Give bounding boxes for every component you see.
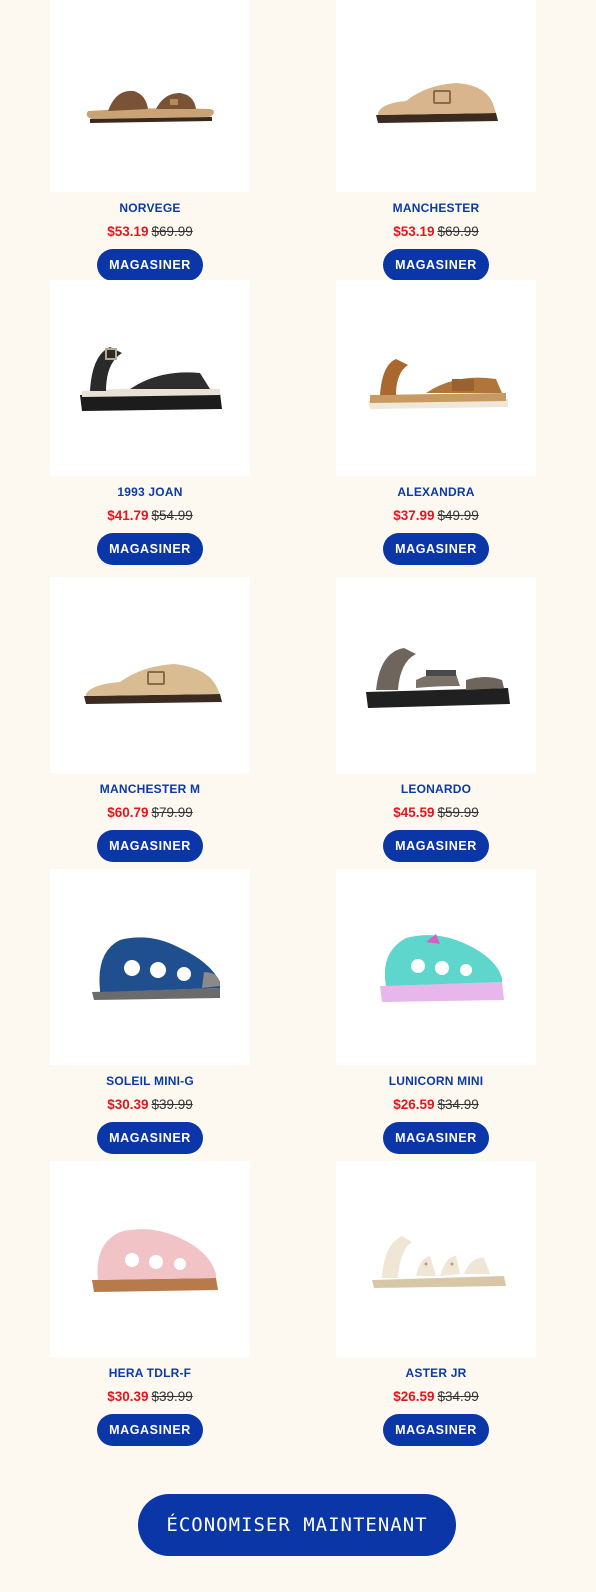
product-card[interactable]: NORVEGE $53.19 $69.99 MAGASINER	[50, 0, 250, 281]
original-price: $69.99	[437, 224, 479, 239]
product-prices: $53.19 $69.99	[50, 223, 250, 241]
shop-button[interactable]: MAGASINER	[383, 830, 489, 862]
shop-button[interactable]: MAGASINER	[97, 830, 203, 862]
sale-price: $30.39	[107, 1097, 149, 1112]
original-price: $69.99	[151, 224, 193, 239]
product-image[interactable]	[336, 1161, 536, 1357]
product-card[interactable]: HERA TDLR-F $30.39 $39.99 MAGASINER	[50, 1161, 250, 1446]
product-image[interactable]	[50, 577, 250, 773]
product-card[interactable]: LUNICORN MINI $26.59 $34.99 MAGASINER	[336, 869, 536, 1154]
product-name[interactable]: LEONARDO	[336, 781, 536, 797]
brown-two-strap-sandal-icon	[86, 90, 214, 123]
product-prices: $45.59 $59.99	[336, 804, 536, 822]
shop-button[interactable]: MAGASINER	[97, 1414, 203, 1446]
original-price: $59.99	[437, 805, 479, 820]
original-price: $39.99	[151, 1097, 193, 1112]
product-image[interactable]	[336, 577, 536, 773]
original-price: $34.99	[437, 1097, 479, 1112]
product-prices: $26.59 $34.99	[336, 1388, 536, 1406]
shop-button[interactable]: MAGASINER	[97, 533, 203, 565]
sale-price: $26.59	[393, 1097, 435, 1112]
product-prices: $30.39 $39.99	[50, 1096, 250, 1114]
sale-price: $45.59	[393, 805, 435, 820]
sale-price: $26.59	[393, 1389, 435, 1404]
black-platform-sandal-icon	[80, 347, 222, 411]
sale-price: $37.99	[393, 508, 435, 523]
product-name[interactable]: SOLEIL MINI-G	[50, 1073, 250, 1089]
original-price: $34.99	[437, 1389, 479, 1404]
teal-light-up-sandal-icon	[380, 934, 504, 1002]
original-price: $49.99	[437, 508, 479, 523]
product-name[interactable]: ALEXANDRA	[336, 484, 536, 500]
shop-button[interactable]: MAGASINER	[97, 249, 203, 281]
product-name[interactable]: 1993 JOAN	[50, 484, 250, 500]
product-prices: $26.59 $34.99	[336, 1096, 536, 1114]
product-card[interactable]: LEONARDO $45.59 $59.99 MAGASINER	[336, 577, 536, 862]
product-prices: $37.99 $49.99	[336, 507, 536, 525]
tan-clog-icon	[84, 664, 222, 704]
product-prices: $41.79 $54.99	[50, 507, 250, 525]
sale-price: $53.19	[107, 224, 149, 239]
original-price: $79.99	[151, 805, 193, 820]
product-card[interactable]: SOLEIL MINI-G $30.39 $39.99 MAGASINER	[50, 869, 250, 1154]
product-name[interactable]: ASTER JR	[336, 1365, 536, 1381]
tan-clog-icon	[376, 83, 498, 123]
product-card[interactable]: MANCHESTER M $60.79 $79.99 MAGASINER	[50, 577, 250, 862]
product-name[interactable]: HERA TDLR-F	[50, 1365, 250, 1381]
original-price: $54.99	[151, 508, 193, 523]
tan-velcro-sandal-icon	[368, 359, 508, 409]
product-card[interactable]: MANCHESTER $53.19 $69.99 MAGASINER	[336, 0, 536, 281]
product-name[interactable]: MANCHESTER	[336, 200, 536, 216]
product-name[interactable]: MANCHESTER M	[50, 781, 250, 797]
original-price: $39.99	[151, 1389, 193, 1404]
product-card[interactable]: ALEXANDRA $37.99 $49.99 MAGASINER	[336, 280, 536, 565]
product-image[interactable]	[50, 869, 250, 1065]
product-image[interactable]	[336, 280, 536, 476]
sale-price: $30.39	[107, 1389, 149, 1404]
shop-button[interactable]: MAGASINER	[383, 1414, 489, 1446]
shop-button[interactable]: MAGASINER	[383, 1122, 489, 1154]
product-card[interactable]: 1993 JOAN $41.79 $54.99 MAGASINER	[50, 280, 250, 565]
sale-price: $41.79	[107, 508, 149, 523]
shop-button[interactable]: MAGASINER	[383, 249, 489, 281]
product-image[interactable]	[336, 869, 536, 1065]
cream-strappy-sandal-icon	[372, 1236, 506, 1288]
product-image[interactable]	[50, 280, 250, 476]
product-image[interactable]	[50, 1161, 250, 1357]
shop-button[interactable]: MAGASINER	[383, 533, 489, 565]
shop-button[interactable]: MAGASINER	[97, 1122, 203, 1154]
product-name[interactable]: LUNICORN MINI	[336, 1073, 536, 1089]
product-image[interactable]	[50, 0, 250, 192]
pink-fisherman-sandal-icon	[92, 1229, 218, 1292]
product-prices: $30.39 $39.99	[50, 1388, 250, 1406]
product-name[interactable]: NORVEGE	[50, 200, 250, 216]
product-card[interactable]: ASTER JR $26.59 $34.99 MAGASINER	[336, 1161, 536, 1446]
product-prices: $53.19 $69.99	[336, 223, 536, 241]
blue-fisherman-sandal-icon	[92, 937, 220, 1000]
grey-sport-sandal-icon	[366, 648, 510, 708]
save-now-button[interactable]: ÉCONOMISER MAINTENANT	[138, 1494, 456, 1556]
sale-price: $60.79	[107, 805, 149, 820]
product-prices: $60.79 $79.99	[50, 804, 250, 822]
sale-price: $53.19	[393, 224, 435, 239]
product-image[interactable]	[336, 0, 536, 192]
